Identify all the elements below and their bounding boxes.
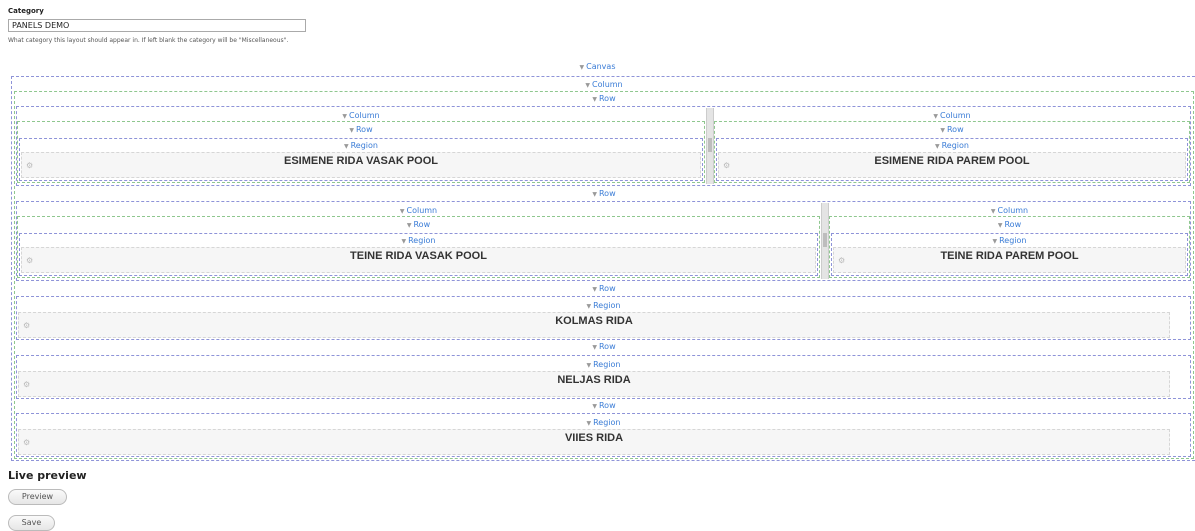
region-label: Region <box>593 418 621 427</box>
region-title: VIIES RIDA <box>564 432 624 444</box>
region-label: Region <box>999 236 1027 245</box>
triangle-down-icon: ▼ <box>579 64 585 71</box>
column-label: Column <box>591 80 623 89</box>
region-teine-rida-vasak-pool[interactable]: ⚙ TEINE RIDA VASAK POOL <box>21 247 816 273</box>
row-toggle[interactable]: ▼ Row <box>829 220 1190 229</box>
region-title: KOLMAS RIDA <box>555 315 633 327</box>
region-toggle[interactable]: ▼ Region <box>16 418 1191 427</box>
row-toggle[interactable]: ▼ Row <box>14 342 1194 351</box>
triangle-down-icon: ▼ <box>940 127 945 134</box>
category-input[interactable]: PANELS DEMO <box>8 19 306 32</box>
triangle-down-icon: ▼ <box>933 113 938 120</box>
triangle-down-icon: ▼ <box>592 96 597 103</box>
region-toggle[interactable]: ▼ Region <box>16 301 1191 310</box>
column-label: Column <box>997 206 1029 215</box>
row-toggle[interactable]: ▼ Row <box>14 401 1194 410</box>
region-label: Region <box>593 301 621 310</box>
triangle-down-icon: ▼ <box>342 113 347 120</box>
triangle-down-icon: ▼ <box>990 208 996 215</box>
row-label: Row <box>598 94 616 103</box>
triangle-down-icon: ▼ <box>585 82 590 89</box>
triangle-down-icon: ▼ <box>406 222 412 229</box>
region-toggle[interactable]: ▼ Region <box>16 360 1191 369</box>
column-resize-handle[interactable] <box>821 203 829 279</box>
column-resize-handle[interactable] <box>706 108 714 184</box>
triangle-down-icon: ▼ <box>934 143 940 150</box>
row-toggle[interactable]: ▼ Row <box>14 189 1194 198</box>
column-toggle[interactable]: ▼ Column <box>829 206 1190 215</box>
region-toggle[interactable]: ▼ Region <box>19 141 703 150</box>
column-label: Column <box>348 111 380 120</box>
region-label: Region <box>941 141 969 150</box>
save-button[interactable]: Save <box>8 515 55 531</box>
row-label: Row <box>598 401 616 410</box>
row-toggle[interactable]: ▼ Row <box>17 125 705 134</box>
triangle-down-icon: ▼ <box>399 208 405 215</box>
row-label: Row <box>413 220 431 229</box>
triangle-down-icon: ▼ <box>997 222 1003 229</box>
row-toggle[interactable]: ▼ Row <box>17 220 820 229</box>
category-description: What category this layout should appear … <box>8 37 289 44</box>
live-preview-heading: Live preview <box>8 469 87 482</box>
region-toggle[interactable]: ▼ Region <box>19 236 818 245</box>
triangle-down-icon: ▼ <box>586 362 592 369</box>
region-toggle[interactable]: ▼ Region <box>716 141 1188 150</box>
region-kolmas-rida[interactable]: ⚙ KOLMAS RIDA <box>18 312 1170 338</box>
row-label: Row <box>1004 220 1022 229</box>
column-toggle[interactable]: ▼ Column <box>14 80 1194 89</box>
canvas-label: Canvas <box>586 62 616 71</box>
triangle-down-icon: ▼ <box>349 127 354 134</box>
row-label: Row <box>598 284 616 293</box>
region-teine-rida-parem-pool[interactable]: ⚙ TEINE RIDA PAREM POOL <box>833 247 1186 273</box>
region-title: TEINE RIDA PAREM POOL <box>940 250 1079 262</box>
category-label: Category <box>8 7 44 15</box>
region-neljas-rida[interactable]: ⚙ NELJAS RIDA <box>18 371 1170 397</box>
region-toggle[interactable]: ▼ Region <box>831 236 1188 245</box>
triangle-down-icon: ▼ <box>592 403 597 410</box>
canvas-toggle[interactable]: ▼ Canvas <box>0 62 1195 71</box>
triangle-down-icon: ▼ <box>592 344 597 351</box>
row-label: Row <box>598 342 616 351</box>
triangle-down-icon: ▼ <box>586 420 592 427</box>
region-title: ESIMENE RIDA VASAK POOL <box>283 155 439 167</box>
region-title: ESIMENE RIDA PAREM POOL <box>874 155 1030 167</box>
region-viies-rida[interactable]: ⚙ VIIES RIDA <box>18 429 1170 455</box>
row-toggle[interactable]: ▼ Row <box>14 94 1194 103</box>
region-esimene-rida-parem-pool[interactable]: ⚙ ESIMENE RIDA PAREM POOL <box>718 152 1186 178</box>
resize-grip <box>823 233 827 247</box>
column-toggle[interactable]: ▼ Column <box>17 206 820 215</box>
region-title: NELJAS RIDA <box>557 374 631 386</box>
region-label: Region <box>350 141 378 150</box>
preview-button[interactable]: Preview <box>8 489 67 505</box>
region-esimene-rida-vasak-pool[interactable]: ⚙ ESIMENE RIDA VASAK POOL <box>21 152 701 178</box>
triangle-down-icon: ▼ <box>586 303 592 310</box>
column-toggle[interactable]: ▼ Column <box>17 111 705 120</box>
resize-grip <box>708 138 712 152</box>
triangle-down-icon: ▼ <box>401 238 407 245</box>
region-label: Region <box>593 360 621 369</box>
row-label: Row <box>355 125 373 134</box>
column-label: Column <box>406 206 438 215</box>
row-toggle[interactable]: ▼ Row <box>714 125 1190 134</box>
triangle-down-icon: ▼ <box>592 191 597 198</box>
triangle-down-icon: ▼ <box>343 143 349 150</box>
triangle-down-icon: ▼ <box>592 286 597 293</box>
row-label: Row <box>598 189 616 198</box>
region-title: TEINE RIDA VASAK POOL <box>350 250 487 262</box>
region-label: Region <box>408 236 436 245</box>
column-toggle[interactable]: ▼ Column <box>714 111 1190 120</box>
row-toggle[interactable]: ▼ Row <box>14 284 1194 293</box>
row-label: Row <box>946 125 964 134</box>
column-label: Column <box>939 111 971 120</box>
triangle-down-icon: ▼ <box>992 238 998 245</box>
